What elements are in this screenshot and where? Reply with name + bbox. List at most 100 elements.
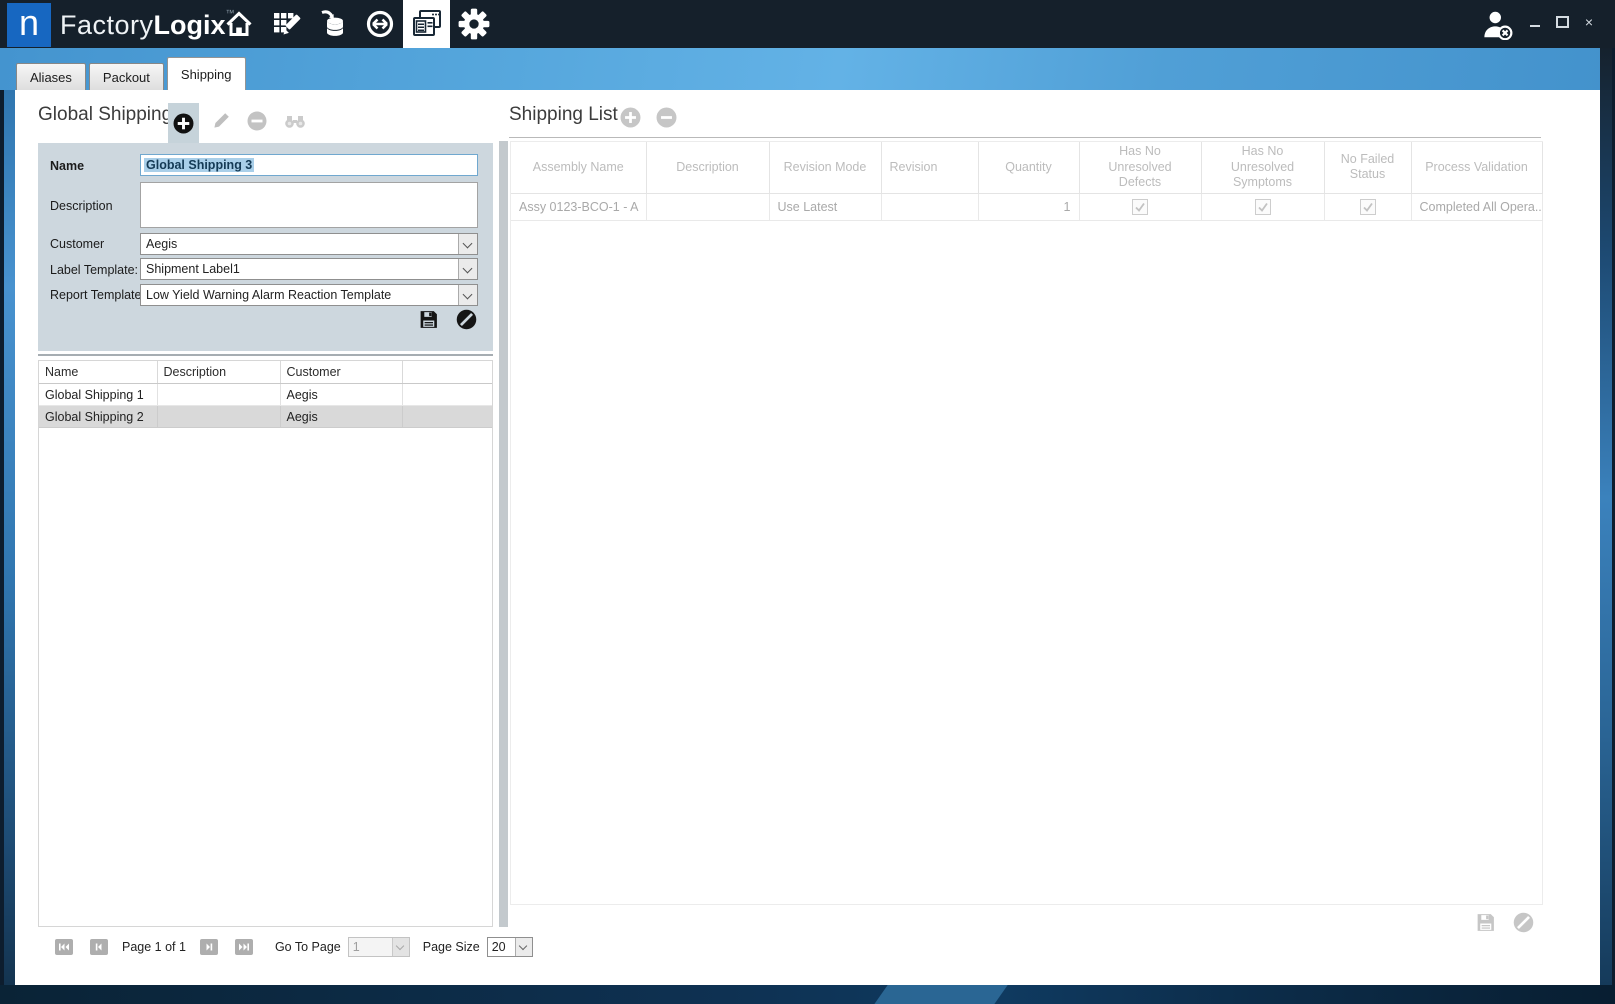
cell-process-validation: Completed All Opera...	[1411, 193, 1542, 220]
chevron-down-icon[interactable]	[458, 234, 477, 254]
goto-page-value: 1	[349, 940, 392, 954]
chevron-down-icon[interactable]	[515, 938, 532, 956]
shipping-list-actions	[1475, 912, 1534, 933]
customer-value: Aegis	[141, 237, 458, 251]
table-row[interactable]: Assy 0123-BCO-1 - A Use Latest 1	[511, 193, 1542, 220]
name-input-selected-text: Global Shipping 3	[144, 158, 254, 172]
column-header-quantity[interactable]: Quantity	[978, 142, 1079, 193]
chevron-down-icon[interactable]	[458, 259, 477, 279]
cell-has-no-unresolved-symptoms	[1201, 193, 1324, 220]
column-header-customer[interactable]: Customer	[280, 361, 402, 384]
column-header-assembly-name[interactable]: Assembly Name	[511, 142, 646, 193]
column-header-has-no-unresolved-symptoms[interactable]: Has No Unresolved Symptoms	[1201, 142, 1324, 193]
settings-gear-icon[interactable]	[450, 0, 497, 48]
global-shipping-form: Name Global Shipping 3 Description Custo…	[38, 143, 493, 351]
column-header-revision-mode[interactable]: Revision Mode	[769, 142, 881, 193]
panel-splitter[interactable]	[499, 141, 508, 927]
edit-global-shipping-button[interactable]	[211, 111, 233, 133]
cell-empty	[402, 406, 492, 428]
report-template-value: Low Yield Warning Alarm Reaction Templat…	[141, 288, 458, 302]
tab-shipping[interactable]: Shipping	[167, 57, 246, 90]
cell-no-failed-status	[1324, 193, 1411, 220]
maximize-button[interactable]	[1554, 14, 1570, 30]
minus-icon	[247, 111, 267, 131]
cell-revision	[881, 193, 978, 220]
column-header-description[interactable]: Description	[157, 361, 280, 384]
plus-icon	[173, 113, 194, 134]
tab-aliases[interactable]: Aliases	[16, 63, 86, 90]
column-header-revision[interactable]: Revision	[881, 142, 978, 193]
frame-sheen	[869, 985, 1010, 1004]
table-row-selected[interactable]: Global Shipping 2 Aegis	[39, 406, 492, 428]
window-controls: ×	[1527, 14, 1597, 30]
logout-user-icon[interactable]	[1481, 10, 1515, 40]
save-button-disabled[interactable]	[1475, 912, 1496, 933]
minimize-icon	[1530, 25, 1540, 27]
page-indicator: Page 1 of 1	[122, 940, 186, 954]
shipping-list-grid: Assembly Name Description Revision Mode …	[510, 141, 1543, 905]
previous-page-button[interactable]	[90, 939, 108, 955]
chevron-down-icon[interactable]	[458, 285, 477, 305]
packout-shipping-icon[interactable]	[403, 0, 450, 48]
pencil-icon	[211, 111, 231, 131]
horizontal-splitter[interactable]	[38, 354, 493, 356]
goto-page-combobox[interactable]: 1	[348, 937, 410, 957]
pagination-bar: Page 1 of 1 Go To Page 1 Page Size 20	[55, 935, 533, 959]
column-header-has-no-unresolved-defects[interactable]: Has No Unresolved Defects	[1079, 142, 1201, 193]
save-button[interactable]	[418, 309, 439, 330]
customer-label: Customer	[50, 237, 104, 251]
column-header-process-validation[interactable]: Process Validation	[1411, 142, 1542, 193]
first-page-button[interactable]	[55, 939, 73, 955]
minus-icon	[656, 107, 677, 128]
window-frame-left	[0, 90, 15, 985]
report-template-combobox[interactable]: Low Yield Warning Alarm Reaction Templat…	[140, 284, 478, 306]
app-window: n FactoryLogix™	[0, 0, 1615, 1004]
close-button[interactable]: ×	[1581, 14, 1597, 30]
report-template-label: Report Template	[50, 288, 142, 302]
minimize-button[interactable]	[1527, 14, 1543, 30]
last-page-button[interactable]	[235, 939, 253, 955]
remove-global-shipping-button[interactable]	[247, 111, 269, 133]
cancel-button-disabled[interactable]	[1513, 912, 1534, 933]
column-header-description[interactable]: Description	[646, 142, 769, 193]
content-area: Global Shipping	[15, 90, 1600, 985]
checkbox-checked-icon	[1255, 199, 1271, 215]
add-global-shipping-button[interactable]	[168, 103, 199, 143]
cell-customer: Aegis	[280, 406, 402, 428]
column-header-name[interactable]: Name	[39, 361, 157, 384]
shipping-list-title: Shipping List	[509, 104, 618, 126]
cell-empty	[402, 384, 492, 406]
data-import-icon[interactable]	[309, 0, 356, 48]
add-shipping-item-button[interactable]	[620, 107, 642, 129]
description-input[interactable]	[140, 182, 478, 228]
next-page-button[interactable]	[200, 939, 218, 955]
title-bar: n FactoryLogix™	[0, 0, 1615, 48]
shipping-list-divider	[509, 137, 1541, 138]
cell-quantity: 1	[978, 193, 1079, 220]
cell-customer: Aegis	[280, 384, 402, 406]
tab-packout[interactable]: Packout	[89, 63, 164, 90]
chevron-down-icon	[392, 938, 409, 956]
plan-edit-icon[interactable]	[262, 0, 309, 48]
remove-shipping-item-button[interactable]	[656, 107, 678, 129]
page-size-combobox[interactable]: 20	[487, 937, 533, 957]
cell-name: Global Shipping 1	[39, 384, 157, 406]
app-logo-icon: n	[7, 3, 51, 47]
cell-has-no-unresolved-defects	[1079, 193, 1201, 220]
app-brand: FactoryLogix™	[60, 8, 235, 41]
cancel-button[interactable]	[456, 309, 477, 330]
column-header-no-failed-status[interactable]: No Failed Status	[1324, 142, 1411, 193]
label-template-combobox[interactable]: Shipment Label1	[140, 258, 478, 280]
plus-icon	[620, 107, 641, 128]
cell-description	[646, 193, 769, 220]
window-frame-bottom	[0, 985, 1615, 1004]
find-global-shipping-button[interactable]	[283, 111, 305, 133]
binoculars-icon	[283, 111, 307, 131]
checkbox-checked-icon	[1132, 199, 1148, 215]
table-row[interactable]: Global Shipping 1 Aegis	[39, 384, 492, 406]
grid-header-row: Name Description Customer	[39, 361, 492, 384]
customer-combobox[interactable]: Aegis	[140, 233, 478, 255]
name-input[interactable]: Global Shipping 3	[140, 154, 478, 176]
navigate-icon[interactable]	[356, 0, 403, 48]
home-icon[interactable]	[215, 0, 262, 48]
